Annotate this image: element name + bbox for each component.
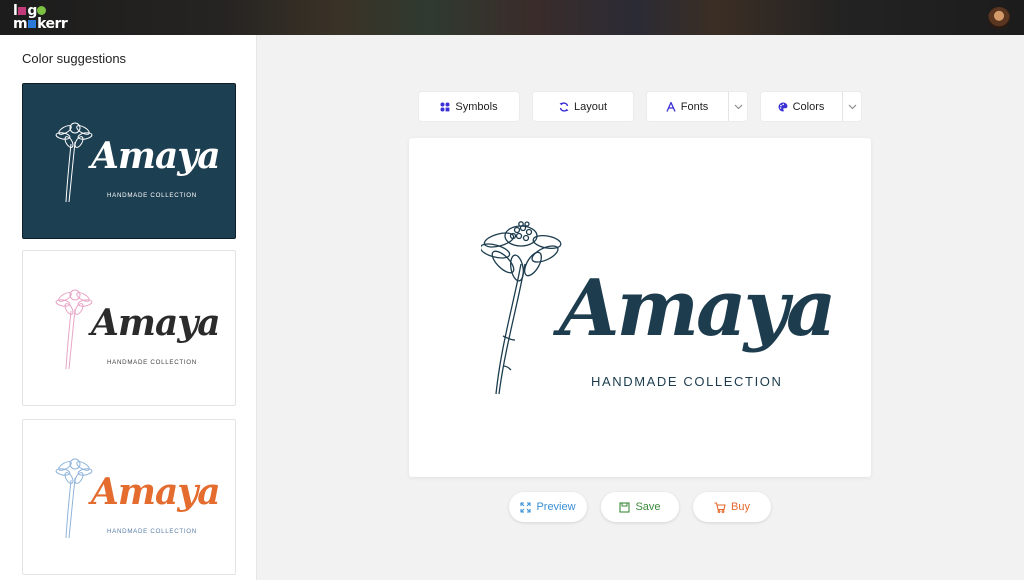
fonts-label: Fonts [680,100,709,113]
suggestion-name: Amaya [91,471,221,513]
suggestion-name: Amaya [91,302,221,344]
preview-button[interactable]: Preview [509,492,587,522]
chevron-down-icon [734,104,742,109]
colors-split-button: Colors [761,92,861,121]
color-suggestion-card[interactable]: Amaya HANDMADE COLLECTION [22,419,236,575]
palette-icon [778,101,788,111]
colors-label: Colors [792,100,825,113]
logo-square [18,7,27,15]
logo-name: Amaya [559,263,836,354]
save-label: Save [635,501,661,513]
preview-label: Preview [536,501,576,513]
fonts-button[interactable]: Fonts [647,92,727,121]
layout-button[interactable]: Layout [533,92,633,121]
symbols-button[interactable]: Symbols [419,92,519,121]
fonts-split-button: Fonts [647,92,747,121]
sidebar-title: Color suggestions [22,51,127,66]
save-button[interactable]: Save [601,492,679,522]
cart-icon [714,501,726,513]
color-suggestion-card[interactable]: Amaya HANDMADE COLLECTION [22,250,236,406]
logo-square-2 [28,20,37,28]
flower-icon [481,221,562,395]
layout-label: Layout [573,100,608,113]
symbols-label: Symbols [455,100,498,113]
logo-dot [36,6,46,15]
expand-icon [520,501,531,513]
buy-label: Buy [731,501,750,513]
font-icon [666,101,676,112]
colors-button[interactable]: Colors [761,92,841,121]
logo-tagline: HANDMADE COLLECTION [591,374,783,389]
app-logo[interactable]: lg m kerr [13,4,68,32]
color-suggestion-card[interactable]: Amaya HANDMADE COLLECTION [22,83,236,239]
layout-icon [559,101,569,112]
suggestion-tagline: HANDMADE COLLECTION [107,192,197,199]
color-suggestions-sidebar: Color suggestions Amaya HANDMADE COLLECT… [0,35,257,580]
buy-button[interactable]: Buy [693,492,771,522]
symbols-icon [440,102,450,111]
logo-canvas[interactable]: Amaya HANDMADE COLLECTION [409,138,871,477]
suggestion-name: Amaya [91,135,221,177]
user-avatar[interactable] [988,7,1010,29]
chevron-down-icon [848,104,856,109]
colors-dropdown-toggle[interactable] [842,92,861,121]
suggestion-tagline: HANDMADE COLLECTION [107,528,197,535]
suggestion-tagline: HANDMADE COLLECTION [107,359,197,366]
fonts-dropdown-toggle[interactable] [728,92,747,121]
save-icon [619,501,631,513]
top-bar: lg m kerr [0,0,1024,35]
